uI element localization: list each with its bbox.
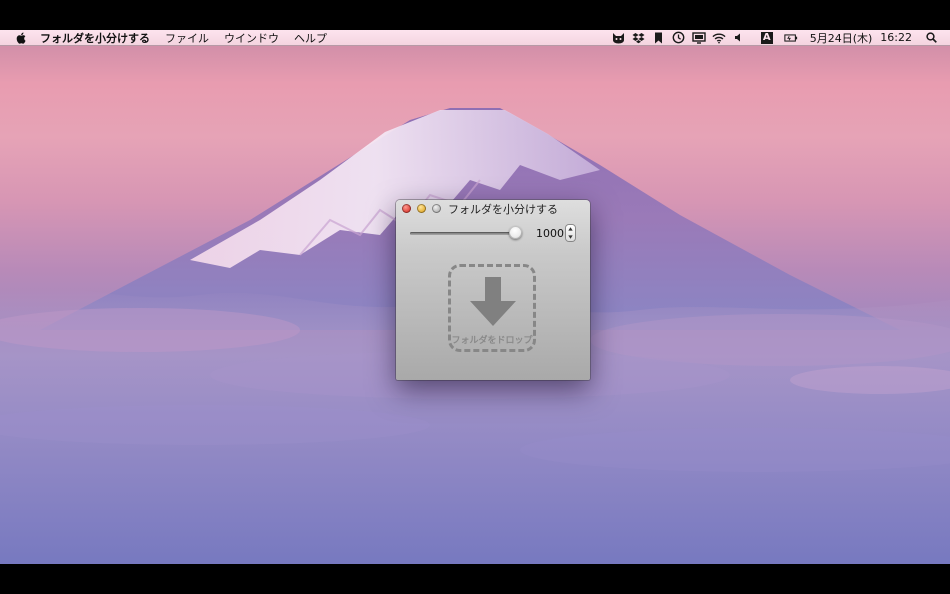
count-value: 1000 [536, 227, 564, 240]
cat-icon[interactable] [612, 31, 626, 44]
wifi-icon[interactable] [712, 31, 726, 44]
menu-file[interactable]: ファイル [165, 30, 209, 46]
menu-date[interactable]: 5月24日(木) [810, 30, 873, 46]
down-arrow-icon [470, 277, 516, 331]
spotlight-search-icon[interactable] [924, 31, 938, 44]
folder-drop-zone[interactable]: フォルダをドロップ [448, 264, 536, 352]
battery-icon[interactable] [784, 31, 798, 44]
stepper-up-icon[interactable] [566, 225, 575, 233]
menu-window[interactable]: ウインドウ [224, 30, 279, 46]
count-stepper[interactable] [566, 225, 575, 241]
app-window: フォルダを小分けする 1000 フォルダをドロップ [396, 200, 590, 380]
menu-time[interactable]: 16:22 [880, 31, 912, 44]
window-title: フォルダを小分けする [448, 203, 558, 216]
volume-icon[interactable] [732, 31, 746, 44]
slider-knob[interactable] [509, 226, 522, 239]
count-slider-row: 1000 [396, 224, 590, 244]
menu-help[interactable]: ヘルプ [294, 30, 327, 46]
drop-zone-label: フォルダをドロップ [451, 336, 533, 346]
app-menu[interactable]: フォルダを小分けする [40, 30, 150, 46]
close-button[interactable] [402, 204, 411, 213]
status-area: A 5月24日(木) 16:22 [606, 30, 938, 45]
input-method-icon[interactable]: A [760, 31, 774, 44]
dropbox-icon[interactable] [632, 31, 646, 44]
menu-bar: フォルダを小分けする ファイル ウインドウ ヘルプ A 5月24日(木) 16:… [0, 30, 950, 46]
bookmark-icon[interactable] [652, 31, 666, 44]
window-titlebar[interactable]: フォルダを小分けする [396, 200, 590, 216]
minimize-button[interactable] [417, 204, 426, 213]
zoom-button[interactable] [432, 204, 441, 213]
time-machine-icon[interactable] [672, 31, 686, 44]
display-icon[interactable] [692, 31, 706, 44]
apple-icon[interactable] [14, 31, 28, 45]
input-method-label: A [760, 31, 773, 44]
screen: フォルダを小分けする ファイル ウインドウ ヘルプ A 5月24日(木) 16:… [0, 0, 950, 594]
count-slider[interactable] [410, 232, 522, 235]
stepper-down-icon[interactable] [566, 233, 575, 241]
